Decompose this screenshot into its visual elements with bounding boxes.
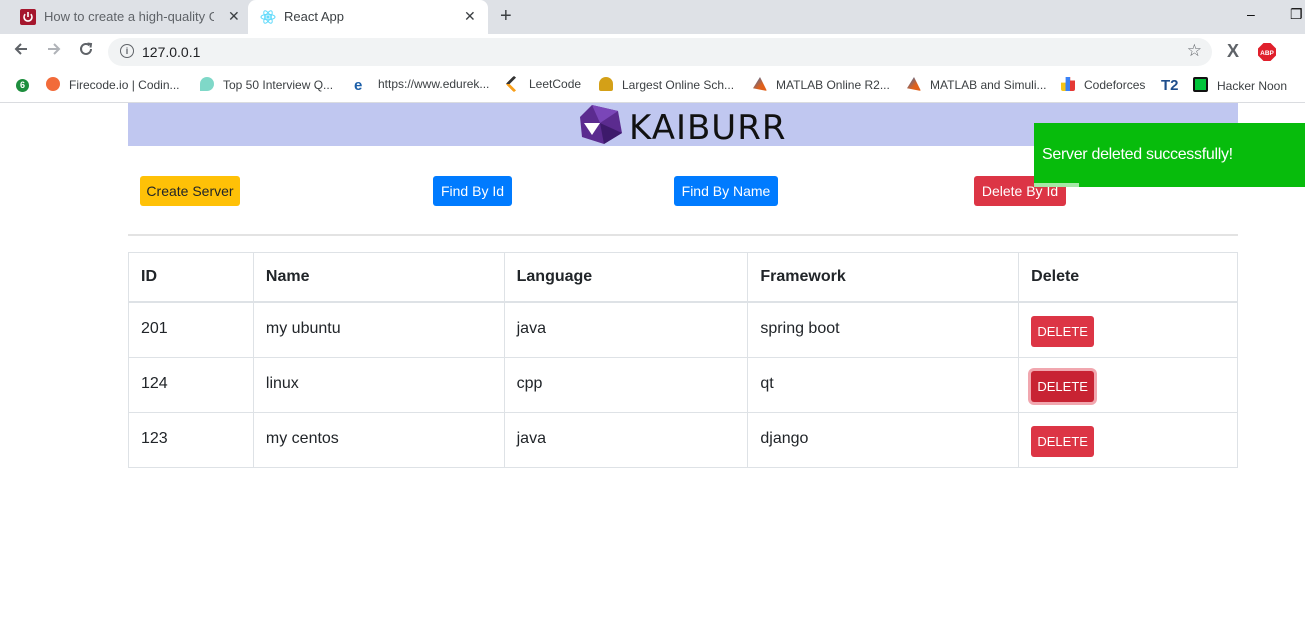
graduation-cap-icon	[599, 77, 613, 91]
reload-icon[interactable]	[78, 41, 94, 62]
find-by-name-button[interactable]: Find By Name	[674, 176, 778, 206]
bookmark-codeforces[interactable]: Codeforces	[1061, 77, 1145, 92]
cell-name: linux	[252, 356, 505, 413]
leaf-icon	[200, 77, 214, 91]
minimize-icon[interactable]: –	[1247, 6, 1255, 22]
react-app: KAIBURR Create Server Find By Id Find By…	[0, 103, 1305, 622]
success-toast[interactable]: Server deleted successfully!	[1034, 123, 1305, 187]
tab-strip: How to create a high-quality GIF ✕ React…	[0, 0, 1305, 34]
browser-tab-react-app[interactable]: React App ✕	[248, 0, 488, 34]
apps-badge[interactable]: 6	[16, 77, 29, 92]
bookmark-edureka[interactable]: e https://www.edurek...	[354, 77, 489, 93]
delete-row-button[interactable]: DELETE	[1031, 370, 1095, 402]
adblock-icon[interactable]: ABP	[1258, 43, 1276, 66]
cell-framework: qt	[747, 356, 1020, 413]
cell-name: my ubuntu	[252, 301, 505, 358]
cell-language: cpp	[503, 356, 749, 413]
bookmark-matlab-online[interactable]: MATLAB Online R2...	[753, 77, 890, 92]
table-header-row: ID Name Language Framework Delete	[128, 252, 1238, 303]
tab-title: How to create a high-quality GIF	[44, 9, 214, 24]
bookmark-matlab-simulink[interactable]: MATLAB and Simuli...	[907, 77, 1046, 92]
table-row: 201 my ubuntu java spring boot DELETE	[128, 301, 1238, 358]
table-row: 124 linux cpp qt DELETE	[128, 356, 1238, 413]
bookmark-top50[interactable]: Top 50 Interview Q...	[200, 77, 333, 92]
cell-id: 124	[128, 356, 254, 413]
matlab-icon	[753, 77, 767, 91]
browser-tab-gif[interactable]: How to create a high-quality GIF ✕	[8, 0, 248, 34]
restore-icon[interactable]: ❐	[1290, 6, 1303, 23]
hacker-noon-icon	[1193, 77, 1208, 92]
firecode-icon	[46, 77, 60, 91]
divider	[128, 234, 1238, 236]
bookmark-largest-online-school[interactable]: Largest Online Sch...	[599, 77, 734, 92]
address-bar[interactable]: i 127.0.0.1 ☆	[108, 38, 1212, 66]
x-extension-icon[interactable]: X	[1227, 41, 1239, 62]
cell-language: java	[503, 411, 749, 468]
find-by-id-button[interactable]: Find By Id	[433, 176, 512, 206]
forward-icon[interactable]	[46, 41, 62, 62]
browser-toolbar: i 127.0.0.1 ☆ X ABP	[0, 34, 1305, 70]
cell-language: java	[503, 301, 749, 358]
column-header-id: ID	[128, 252, 254, 303]
bookmark-star-icon[interactable]: ☆	[1187, 41, 1202, 61]
cell-delete: DELETE	[1018, 356, 1238, 413]
column-header-name: Name	[252, 252, 505, 303]
cell-framework: spring boot	[747, 301, 1020, 358]
url-text[interactable]: 127.0.0.1	[142, 44, 200, 60]
column-header-framework: Framework	[747, 252, 1020, 303]
table-row: 123 my centos java django DELETE	[128, 411, 1238, 468]
delete-row-button[interactable]: DELETE	[1031, 425, 1095, 457]
info-icon[interactable]: i	[120, 44, 134, 58]
back-icon[interactable]	[13, 41, 29, 62]
cell-delete: DELETE	[1018, 301, 1238, 358]
power-icon	[20, 9, 36, 25]
close-tab-icon[interactable]: ✕	[464, 8, 476, 25]
apps-count: 6	[16, 79, 29, 92]
react-icon	[260, 9, 276, 25]
abp-label: ABP	[1260, 50, 1274, 57]
column-header-language: Language	[503, 252, 749, 303]
create-server-button[interactable]: Create Server	[140, 176, 240, 206]
cell-name: my centos	[252, 411, 505, 468]
toast-progress-bar	[1034, 183, 1079, 187]
tab-title: React App	[284, 9, 344, 24]
servers-table: ID Name Language Framework Delete 201 my…	[128, 252, 1238, 468]
t2-bookmark[interactable]: T2	[1161, 77, 1179, 94]
toast-message: Server deleted successfully!	[1042, 146, 1233, 163]
logo-text: KAIBURR	[629, 108, 787, 148]
close-tab-icon[interactable]: ✕	[228, 8, 240, 25]
cell-id: 201	[128, 301, 254, 358]
delete-row-button[interactable]: DELETE	[1031, 316, 1095, 347]
matlab-icon	[907, 77, 921, 91]
column-header-delete: Delete	[1018, 252, 1238, 303]
bookmark-leetcode[interactable]: LeetCode	[505, 75, 581, 93]
cell-delete: DELETE	[1018, 411, 1238, 468]
cell-framework: django	[747, 411, 1020, 468]
bookmark-hacker-noon[interactable]: Hacker Noon	[1193, 77, 1287, 93]
bookmark-firecode[interactable]: Firecode.io | Codin...	[46, 77, 180, 92]
edureka-icon: e	[354, 77, 363, 94]
t2-icon: T2	[1161, 77, 1179, 94]
bookmarks-bar: 6 Firecode.io | Codin... Top 50 Intervie…	[0, 70, 1305, 103]
new-tab-button[interactable]: +	[500, 5, 512, 28]
cell-id: 123	[128, 411, 254, 468]
leetcode-icon	[505, 75, 523, 93]
kaiburr-logo-icon	[580, 105, 622, 144]
codeforces-icon	[1061, 77, 1075, 91]
